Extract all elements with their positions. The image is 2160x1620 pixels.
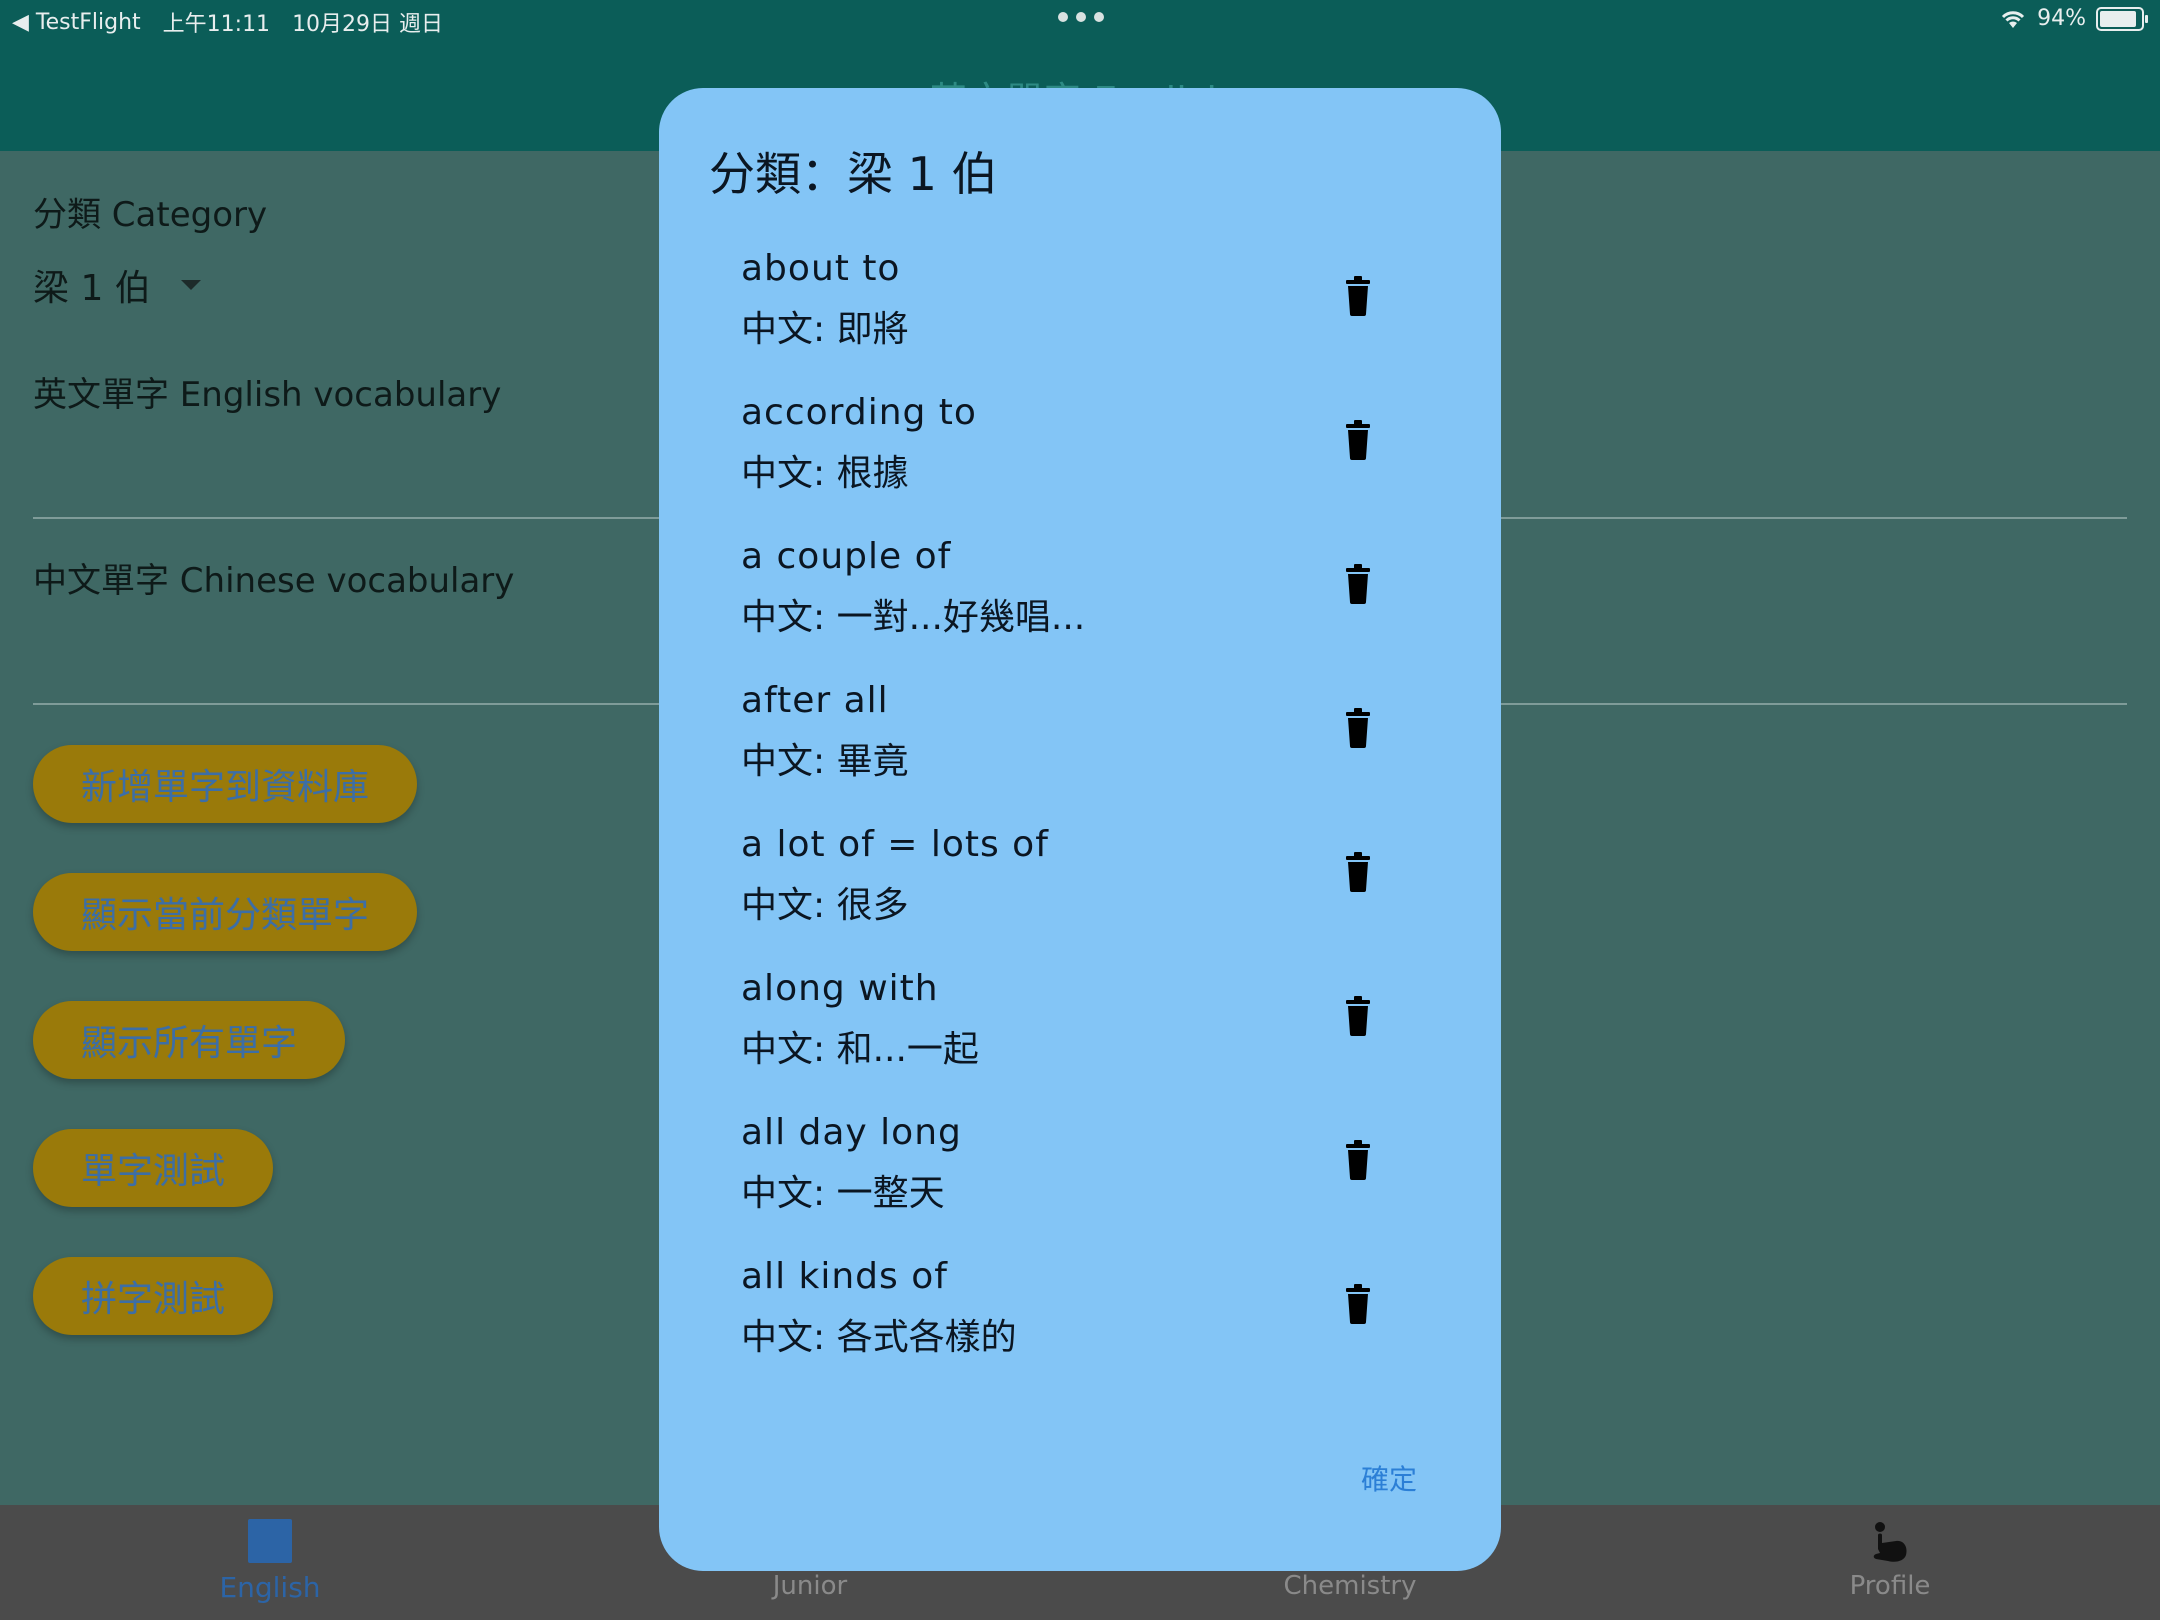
word-chinese: 中文: 一對...好幾唱... [741,597,1086,638]
trash-icon[interactable] [1342,1140,1374,1180]
dialog-title: 分類：梁 1 伯 [709,147,998,201]
tab-profile-label: Profile [1849,1571,1931,1601]
trash-icon[interactable] [1342,996,1374,1036]
trash-icon[interactable] [1342,420,1374,460]
battery-icon [2096,6,2148,31]
wifi-icon [2002,10,2025,28]
tab-english[interactable]: English [0,1505,540,1620]
multitasking-dots-icon[interactable] [1058,12,1104,22]
english-vocab-label: 英文單字 English vocabulary [33,375,502,415]
trash-icon[interactable] [1342,852,1374,892]
list-item: after all 中文: 畢竟 [659,680,1501,824]
trash-icon[interactable] [1342,708,1374,748]
trash-icon[interactable] [1342,1284,1374,1324]
word-chinese: 中文: 根據 [741,453,909,494]
square-icon [248,1519,292,1563]
category-dropdown[interactable]: 梁 1 伯 [33,259,201,311]
tab-profile[interactable]: Profile [1620,1505,2160,1620]
word-english: along with [741,968,939,1009]
word-chinese: 中文: 很多 [741,885,909,926]
show-all-words-button[interactable]: 顯示所有單字 [33,1001,346,1079]
chevron-down-icon [180,280,201,290]
word-test-button[interactable]: 單字測試 [33,1129,274,1207]
word-chinese: 中文: 和...一起 [741,1029,979,1070]
tab-english-label: English [219,1571,321,1604]
word-english: about to [741,248,901,289]
chinese-vocab-label: 中文單字 Chinese vocabulary [33,561,515,601]
word-english: a couple of [741,536,952,577]
word-chinese: 中文: 各式各樣的 [741,1317,1017,1358]
list-item: a couple of 中文: 一對...好幾唱... [659,536,1501,680]
word-chinese: 中文: 即將 [741,309,909,350]
show-category-words-button[interactable]: 顯示當前分類單字 [33,873,418,951]
category-words-dialog: 分類：梁 1 伯 about to 中文: 即將 according to 中文… [659,88,1501,1571]
word-chinese: 中文: 畢竟 [741,741,909,782]
spell-test-button[interactable]: 拼字測試 [33,1257,274,1335]
status-bar: ◀ TestFlight 上午11:11 10月29日 週日 94% [0,0,2160,40]
tab-chemistry-label: Chemistry [1283,1571,1417,1601]
word-english: according to [741,392,977,433]
trash-icon[interactable] [1342,564,1374,604]
word-chinese: 中文: 一整天 [741,1173,945,1214]
word-english: after all [741,680,889,721]
list-item: a lot of = lots of 中文: 很多 [659,824,1501,968]
list-item: about to 中文: 即將 [659,248,1501,392]
battery-percent: 94% [2037,6,2086,31]
list-item: all kinds of 中文: 各式各樣的 [659,1256,1501,1400]
tab-junior-label: Junior [772,1571,848,1601]
word-english: all kinds of [741,1256,948,1297]
status-time: 上午11:11 [162,12,271,37]
add-word-button[interactable]: 新增單字到資料庫 [33,745,418,823]
word-english: a lot of = lots of [741,824,1049,865]
list-item: along with 中文: 和...一起 [659,968,1501,1112]
word-english: all day long [741,1112,962,1153]
category-value: 梁 1 伯 [33,268,151,309]
hand-icon [1873,1522,1907,1562]
trash-icon[interactable] [1342,276,1374,316]
status-date: 10月29日 週日 [292,12,444,37]
list-item: all day long 中文: 一整天 [659,1112,1501,1256]
back-to-testflight[interactable]: ◀ TestFlight [12,10,141,35]
list-item: according to 中文: 根據 [659,392,1501,536]
confirm-button[interactable]: 確定 [1361,1458,1417,1498]
category-label: 分類 Category [33,195,268,235]
